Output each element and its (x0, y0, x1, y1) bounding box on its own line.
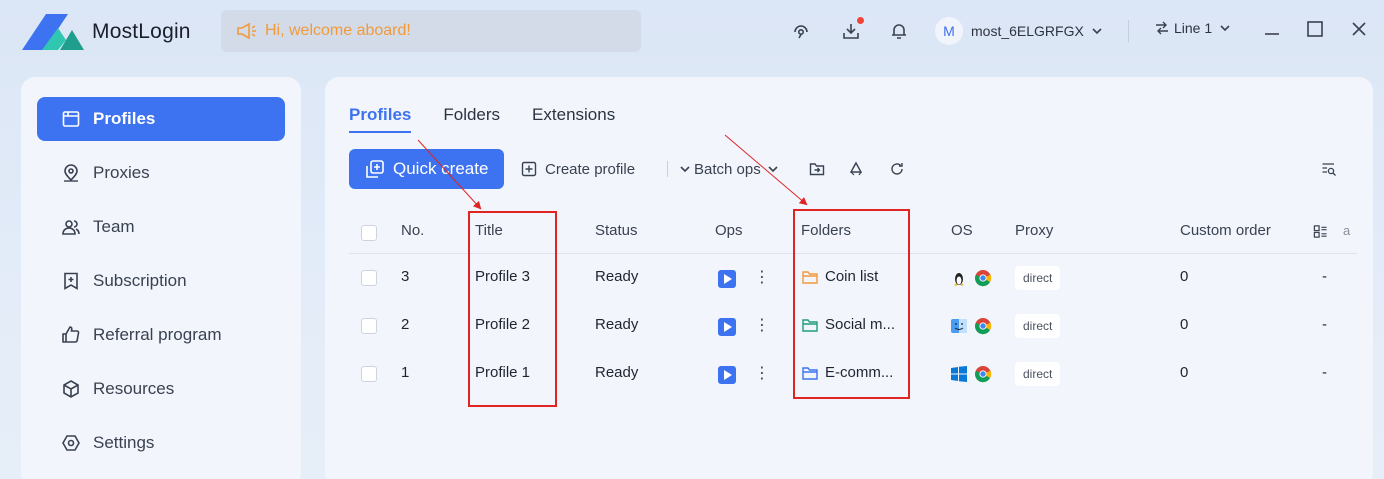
annotation-arrow (724, 134, 808, 206)
annotation-arrows (417, 134, 808, 210)
annotation-arrow (417, 139, 482, 210)
